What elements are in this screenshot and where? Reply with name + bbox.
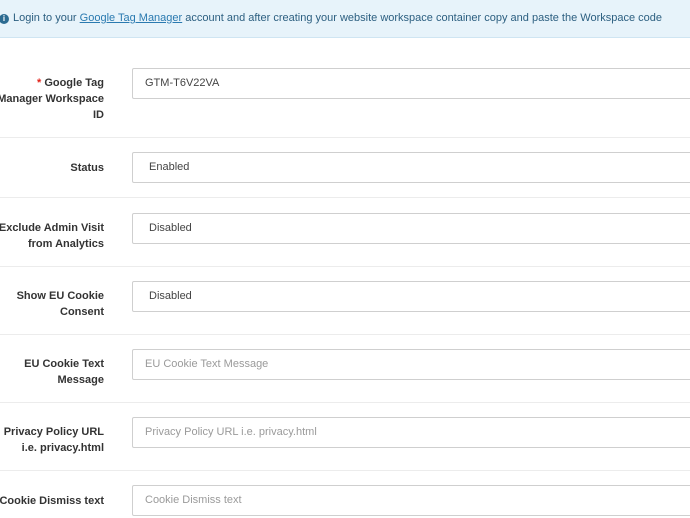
exclude-admin-label: Exclude Admin Visit from Analytics <box>0 222 104 250</box>
status-select[interactable]: Enabled <box>132 152 690 183</box>
eu-cookie-consent-select[interactable]: Disabled <box>132 281 690 312</box>
google-tag-manager-link[interactable]: Google Tag Manager <box>80 12 183 24</box>
status-label: Status <box>70 162 104 174</box>
eu-cookie-text-placeholder: EU Cookie Text Message <box>145 358 269 370</box>
divider <box>0 402 690 403</box>
privacy-url-label: Privacy Policy URL i.e. privacy.html <box>3 426 104 454</box>
cookie-dismiss-placeholder: Cookie Dismiss text <box>145 494 242 506</box>
status-value: Enabled <box>149 161 190 173</box>
info-icon: i <box>0 14 9 24</box>
eu-cookie-text-input[interactable]: EU Cookie Text Message <box>132 349 690 380</box>
cookie-dismiss-input[interactable]: Cookie Dismiss text <box>132 485 690 516</box>
workspace-id-value: GTM-T6V22VA <box>145 77 220 89</box>
workspace-id-input[interactable]: GTM-T6V22VA <box>132 68 690 99</box>
workspace-id-label: * Google Tag Manager Workspace ID <box>0 77 104 121</box>
cookie-dismiss-label: Cookie Dismiss text <box>0 495 104 507</box>
privacy-url-input[interactable]: Privacy Policy URL i.e. privacy.html <box>132 417 690 448</box>
alert-text-before: Login to your <box>13 12 80 24</box>
eu-cookie-consent-label: Show EU Cookie Consent <box>16 290 104 318</box>
required-mark: * <box>37 77 42 89</box>
divider <box>0 197 690 198</box>
divider <box>0 266 690 267</box>
privacy-url-placeholder: Privacy Policy URL i.e. privacy.html <box>145 426 317 438</box>
divider <box>0 470 690 471</box>
eu-cookie-consent-value: Disabled <box>149 290 192 302</box>
alert-text-after: account and after creating your website … <box>182 12 662 24</box>
divider <box>0 137 690 138</box>
info-alert: i Login to your Google Tag Manager accoun… <box>0 0 690 38</box>
exclude-admin-value: Disabled <box>149 222 192 234</box>
eu-cookie-text-label: EU Cookie Text Message <box>24 358 104 386</box>
divider <box>0 334 690 335</box>
exclude-admin-select[interactable]: Disabled <box>132 213 690 244</box>
